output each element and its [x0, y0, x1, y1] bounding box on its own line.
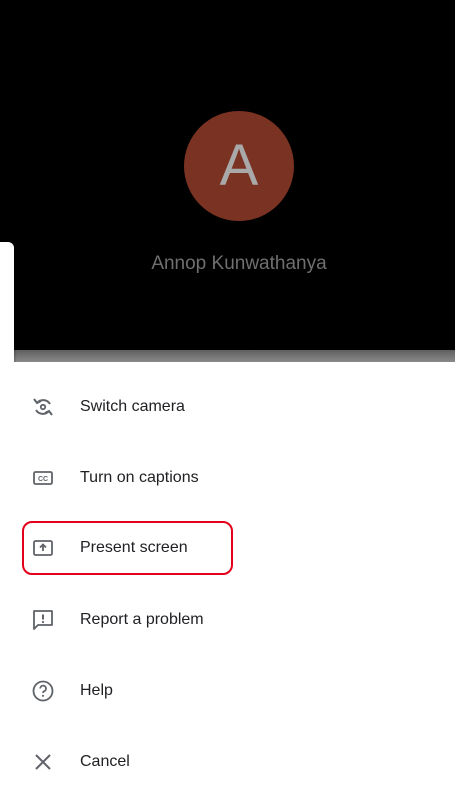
present-screen-icon [29, 534, 57, 562]
meeting-screen: A Annop Kunwathanya Switch camera CC Tur… [0, 0, 455, 787]
sheet-divider [0, 350, 455, 362]
menu-item-present-screen[interactable]: Present screen [0, 518, 455, 578]
avatar: A [184, 111, 294, 221]
menu-label: Turn on captions [80, 469, 199, 486]
menu-label: Help [80, 682, 113, 699]
help-icon [29, 677, 57, 705]
menu-label: Cancel [80, 753, 130, 770]
menu-label: Report a problem [80, 611, 204, 628]
report-problem-icon [29, 606, 57, 634]
participant-video-tile[interactable]: A Annop Kunwathanya [0, 0, 455, 350]
menu-item-report-problem[interactable]: Report a problem [0, 590, 455, 650]
menu-label: Switch camera [80, 398, 185, 415]
menu-item-switch-camera[interactable]: Switch camera [0, 377, 455, 437]
menu-label: Present screen [80, 539, 188, 556]
switch-camera-icon [29, 393, 57, 421]
svg-text:CC: CC [38, 476, 48, 483]
menu-item-cancel[interactable]: Cancel [0, 732, 455, 787]
participant-name: Annop Kunwathanya [151, 253, 327, 274]
captions-icon: CC [29, 464, 57, 492]
menu-item-captions[interactable]: CC Turn on captions [0, 448, 455, 508]
avatar-letter: A [219, 133, 259, 198]
menu-item-help[interactable]: Help [0, 661, 455, 721]
close-icon [29, 748, 57, 776]
